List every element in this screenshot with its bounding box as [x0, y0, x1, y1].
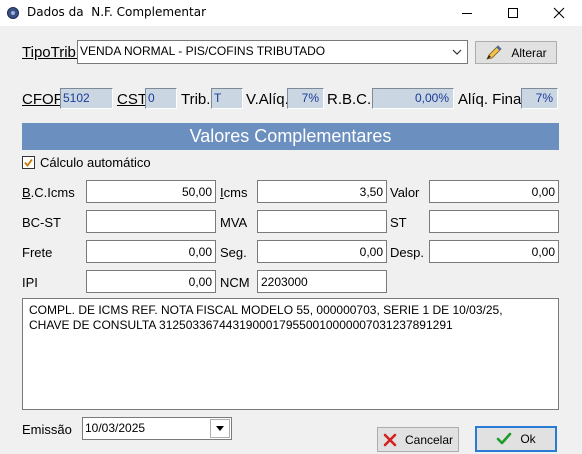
minimize-button[interactable]	[444, 0, 490, 26]
observation-line-1: COMPL. DE ICMS REF. NOTA FISCAL MODELO 5…	[29, 303, 503, 317]
dialog-body: TipoTrib. VENDA NORMAL - PIS/COFINS TRIB…	[0, 26, 582, 454]
maximize-button[interactable]	[490, 0, 536, 26]
title-bar: Dados da N.F. Complementar	[0, 0, 582, 26]
trib-value: T	[211, 88, 243, 109]
cst-label: CST	[117, 91, 147, 108]
minimize-icon	[462, 13, 472, 14]
cfop-label: CFOP	[22, 91, 64, 108]
aliq-final-label: Alíq. Final	[458, 91, 525, 108]
valor-field[interactable]: 0,00	[429, 180, 559, 203]
trib-label: Trib.	[181, 91, 211, 108]
ncm-label: NCM	[220, 275, 250, 290]
ok-button[interactable]: Ok	[475, 426, 557, 452]
dropdown-triangle-icon[interactable]	[210, 419, 230, 438]
mva-label: MVA	[220, 215, 248, 230]
mva-field[interactable]	[257, 210, 387, 233]
checkmark-icon	[24, 158, 33, 167]
frete-field[interactable]: 0,00	[86, 240, 216, 263]
desp-label: Desp.	[390, 245, 424, 260]
valiq-value: 7%	[287, 88, 324, 109]
alterar-label: Alterar	[511, 45, 547, 60]
window-title: Dados da N.F. Complementar	[27, 5, 207, 19]
checkmark-icon	[497, 432, 512, 445]
st-field[interactable]	[429, 210, 559, 233]
bc-st-field[interactable]	[86, 210, 216, 233]
chevron-down-icon[interactable]	[449, 43, 465, 61]
frete-label: Frete	[22, 245, 53, 260]
seg-label: Seg.	[220, 245, 247, 260]
close-button[interactable]	[536, 0, 582, 26]
tipo-trib-value: VENDA NORMAL - PIS/COFINS TRIBUTADO	[80, 44, 326, 58]
x-icon	[383, 433, 397, 446]
ok-label: Ok	[520, 432, 536, 446]
ncm-field[interactable]: 2203000	[257, 270, 387, 293]
icms-label: Icms	[220, 185, 248, 200]
section-title: Valores Complementares	[22, 123, 559, 150]
tipo-trib-select[interactable]: VENDA NORMAL - PIS/COFINS TRIBUTADO	[77, 40, 468, 64]
rbc-value: 0,00%	[372, 88, 454, 109]
bc-icms-field[interactable]: 50,00	[86, 180, 216, 203]
st-label: ST	[390, 215, 407, 230]
alterar-button[interactable]: Alterar	[475, 41, 557, 64]
pencil-icon	[486, 44, 502, 60]
desp-field[interactable]: 0,00	[429, 240, 559, 263]
valor-label: Valor	[390, 185, 420, 200]
cancelar-button[interactable]: Cancelar	[377, 427, 459, 452]
calculo-automatico-checkbox[interactable]	[22, 156, 35, 169]
icms-field[interactable]: 3,50	[257, 180, 387, 203]
maximize-icon	[508, 8, 518, 18]
emissao-label: Emissão	[22, 422, 72, 437]
valiq-label: V.Alíq.	[246, 91, 289, 108]
observation-textarea[interactable]: COMPL. DE ICMS REF. NOTA FISCAL MODELO 5…	[22, 298, 559, 410]
ipi-field[interactable]: 0,00	[86, 270, 216, 293]
calculo-automatico-label: Cálculo automático	[40, 155, 151, 170]
app-icon[interactable]	[7, 7, 19, 19]
rbc-label: R.B.C.	[327, 91, 372, 108]
observation-line-2: CHAVE DE CONSULTA 3125033674431900017955…	[29, 318, 453, 332]
emissao-value: 10/03/2025	[85, 421, 146, 435]
emissao-date-picker[interactable]: 10/03/2025	[82, 417, 232, 440]
cst-value: 0	[145, 88, 177, 109]
aliq-final-value: 7%	[521, 88, 558, 109]
close-icon	[553, 7, 565, 19]
ipi-label: IPI	[22, 275, 38, 290]
bc-st-label: BC-ST	[22, 215, 61, 230]
bc-icms-label: B.C.Icms	[22, 185, 75, 200]
tipo-trib-label: TipoTrib.	[22, 44, 81, 61]
cancelar-label: Cancelar	[404, 432, 454, 447]
cfop-value: 5102	[60, 88, 113, 109]
seg-field[interactable]: 0,00	[257, 240, 387, 263]
